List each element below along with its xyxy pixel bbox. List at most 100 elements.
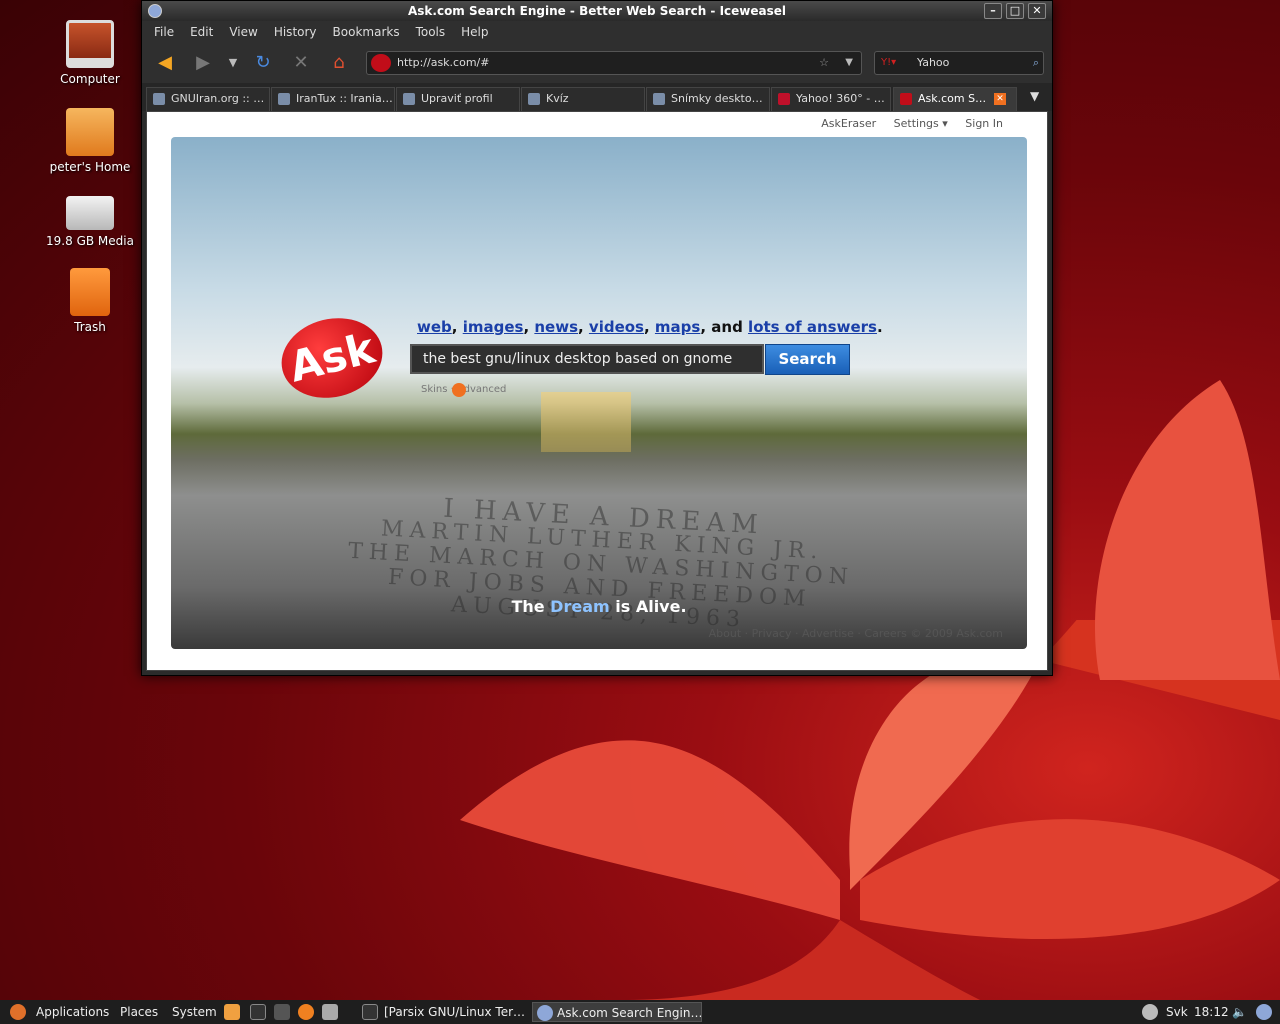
desktop-icon-home[interactable]: peter's Home (40, 108, 140, 174)
forward-arrow-icon[interactable]: ▶ (192, 52, 214, 74)
vertical-answers[interactable]: lots of answers (748, 318, 877, 336)
skin-badge-icon[interactable] (452, 383, 466, 397)
menu-view[interactable]: View (221, 25, 265, 39)
desktop-icon-label: peter's Home (49, 160, 131, 174)
gear-icon[interactable] (1142, 1004, 1158, 1020)
browser-window: Ask.com Search Engine - Better Web Searc… (141, 0, 1053, 676)
search-icon[interactable]: ⌕ (1033, 52, 1039, 74)
search-tool-launcher-icon[interactable] (274, 1004, 290, 1020)
askeraser-link[interactable]: AskEraser (821, 117, 876, 130)
back-arrow-icon[interactable]: ◀ (154, 52, 176, 74)
desktop-icon-computer[interactable]: Computer (40, 20, 140, 86)
vertical-videos[interactable]: videos (589, 318, 644, 336)
tab-yahoo-360[interactable]: Yahoo! 360° - … (771, 87, 891, 111)
vertical-news[interactable]: news (534, 318, 578, 336)
menu-file[interactable]: File (146, 25, 182, 39)
settings-link[interactable]: Settings ▾ (894, 117, 948, 130)
desktop-icon-label: Trash (74, 320, 106, 334)
search-input[interactable]: the best gnu/linux desktop based on gnom… (410, 344, 764, 374)
tab-favicon-icon (653, 93, 665, 105)
computer-icon (66, 20, 114, 68)
tab-label: Yahoo! 360° - … (796, 92, 885, 105)
minimize-button[interactable]: – (984, 3, 1002, 19)
menu-edit[interactable]: Edit (182, 25, 221, 39)
editor-launcher-icon[interactable] (322, 1004, 338, 1020)
tab-favicon-icon (778, 93, 790, 105)
tab-favicon-icon (278, 93, 290, 105)
close-button[interactable]: ✕ (1028, 3, 1046, 19)
home-icon[interactable]: ⌂ (328, 52, 350, 74)
tab-snimky[interactable]: Snímky deskto… (646, 87, 770, 111)
stop-icon[interactable]: ✕ (290, 52, 312, 74)
vertical-images[interactable]: images (463, 318, 524, 336)
task-label: [Parsix GNU/Linux Ter… (384, 1005, 526, 1019)
tab-irantux[interactable]: IranTux :: Irania… (271, 87, 395, 111)
places-menu[interactable]: Places (120, 1000, 158, 1024)
tab-list-dropdown-icon[interactable]: ▼ (1030, 89, 1039, 103)
tab-label: GNUIran.org :: … (171, 92, 265, 105)
tab-label: Snímky deskto… (671, 92, 763, 105)
top-links: AskEraser Settings ▾ Sign In (807, 117, 1003, 130)
search-bar[interactable]: Y!▾ Yahoo ⌕ (874, 51, 1044, 75)
desktop-icon-trash[interactable]: Trash (40, 268, 140, 334)
yahoo-engine-icon[interactable]: Y!▾ (881, 52, 896, 74)
clock[interactable]: 18:12 (1194, 1000, 1229, 1024)
tab-upravit-profil[interactable]: Upraviť profil (396, 87, 520, 111)
history-dropdown-icon[interactable]: ▼ (222, 52, 244, 74)
menu-help[interactable]: Help (453, 25, 496, 39)
menu-history[interactable]: History (266, 25, 325, 39)
maximize-button[interactable]: □ (1006, 3, 1024, 19)
hero-image: I HAVE A DREAM MARTIN LUTHER KING JR. TH… (171, 137, 1027, 649)
home-folder-launcher-icon[interactable] (224, 1004, 240, 1020)
tab-label: Upraviť profil (421, 92, 493, 105)
menu-bar: File Edit View History Bookmarks Tools H… (142, 21, 1052, 43)
tab-ask[interactable]: Ask.com S… ✕ (893, 87, 1017, 111)
terminal-launcher-icon[interactable] (250, 1004, 266, 1020)
page-footer[interactable]: About · Privacy · Advertise · Careers © … (709, 627, 1003, 640)
tagline-dream[interactable]: Dream (550, 597, 610, 616)
wallpaper-lily-upper (1060, 380, 1280, 680)
window-titlebar[interactable]: Ask.com Search Engine - Better Web Searc… (142, 1, 1052, 21)
tab-favicon-icon (528, 93, 540, 105)
tagline-pre: The (511, 597, 545, 616)
user-switcher-icon[interactable] (1256, 1004, 1272, 1020)
ask-logo[interactable]: Ask (273, 307, 391, 409)
close-tab-icon[interactable]: ✕ (994, 93, 1006, 105)
search-button[interactable]: Search (765, 344, 850, 375)
menu-tools[interactable]: Tools (408, 25, 454, 39)
browser-launcher-icon[interactable] (298, 1004, 314, 1020)
wallpaper-lily (420, 380, 1280, 1000)
tab-label: Kvíz (546, 92, 569, 105)
desktop-icon-media[interactable]: 19.8 GB Media (40, 188, 140, 248)
gnome-foot-icon[interactable] (10, 1004, 26, 1020)
vertical-web[interactable]: web (417, 318, 452, 336)
site-favicon-icon (371, 54, 391, 72)
sign-in-link[interactable]: Sign In (965, 117, 1003, 130)
system-menu[interactable]: System (172, 1000, 217, 1024)
applications-menu[interactable]: Applications (36, 1000, 109, 1024)
url-bar[interactable]: http://ask.com/# ☆ ▼ (366, 51, 862, 75)
iceweasel-icon (537, 1005, 553, 1021)
bottom-panel: Applications Places System [Parsix GNU/L… (0, 1000, 1280, 1024)
search-engine-name: Yahoo (917, 56, 950, 69)
task-terminal[interactable]: [Parsix GNU/Linux Ter… (360, 1002, 526, 1022)
volume-icon[interactable]: 🔈 (1232, 1000, 1247, 1024)
home-folder-icon (66, 108, 114, 156)
tagline-post: is Alive. (615, 597, 687, 616)
tab-kviz[interactable]: Kvíz (521, 87, 645, 111)
reload-icon[interactable]: ↻ (252, 52, 274, 74)
url-text: http://ask.com/# (397, 56, 490, 69)
menu-bookmarks[interactable]: Bookmarks (325, 25, 408, 39)
tab-label: Ask.com S… (918, 92, 987, 105)
task-browser[interactable]: Ask.com Search Engin… (532, 1002, 702, 1022)
url-dropdown-icon[interactable]: ▼ (845, 52, 853, 74)
bookmark-star-icon[interactable]: ☆ (819, 52, 829, 74)
desktop-icon-label: Computer (60, 72, 120, 86)
keyboard-layout[interactable]: Svk (1166, 1000, 1188, 1024)
vertical-maps[interactable]: maps (655, 318, 700, 336)
tab-gnuiran[interactable]: GNUIran.org :: … (146, 87, 270, 111)
tab-bar: GNUIran.org :: … IranTux :: Irania… Upra… (142, 83, 1052, 111)
tab-favicon-icon (900, 93, 912, 105)
memorial-engraving: I HAVE A DREAM MARTIN LUTHER KING JR. TH… (298, 489, 903, 640)
tagline: The Dream is Alive. (171, 597, 1027, 616)
